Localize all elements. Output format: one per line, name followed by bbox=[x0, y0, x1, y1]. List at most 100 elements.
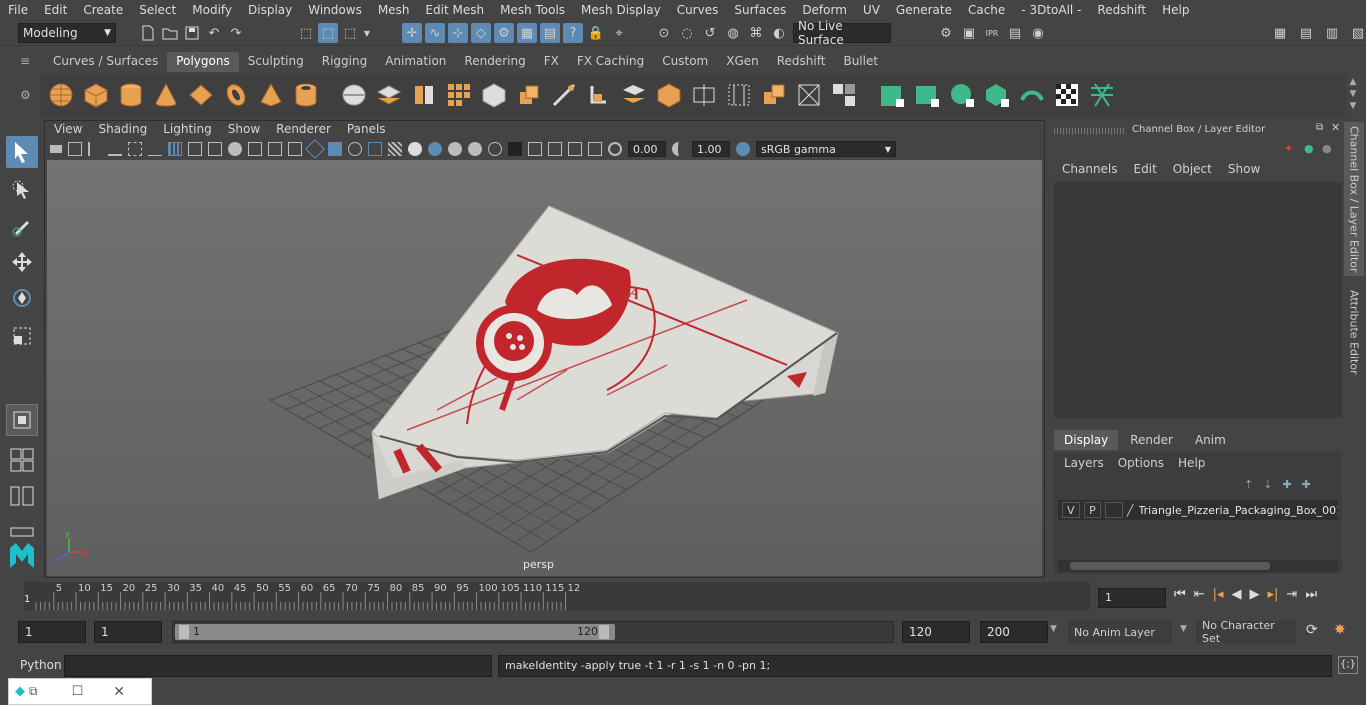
soft-select-icon[interactable]: ◐ bbox=[769, 23, 789, 43]
symmetry-icon[interactable]: ⌘ bbox=[746, 23, 766, 43]
vp-menu-panels[interactable]: Panels bbox=[339, 122, 394, 138]
uv-unfold-icon[interactable] bbox=[1017, 79, 1047, 111]
exposure-field[interactable]: 0.00 bbox=[628, 141, 666, 157]
bevel-icon[interactable] bbox=[584, 79, 614, 111]
menu-windows[interactable]: Windows bbox=[300, 3, 370, 17]
poly-pipe-icon[interactable] bbox=[291, 79, 321, 111]
quad-draw-icon[interactable] bbox=[829, 79, 859, 111]
layout-outliner-icon[interactable] bbox=[6, 480, 38, 512]
multisample-icon[interactable] bbox=[488, 142, 502, 156]
layer-scroll-thumb[interactable] bbox=[1070, 562, 1270, 570]
grease-pencil-icon[interactable] bbox=[148, 142, 162, 156]
cb-menu-object[interactable]: Object bbox=[1173, 162, 1212, 176]
new-scene-icon[interactable] bbox=[138, 23, 158, 43]
go-to-start-icon[interactable]: ⏮ bbox=[1174, 587, 1186, 602]
tab-bullet[interactable]: Bullet bbox=[834, 52, 887, 72]
extract-icon[interactable] bbox=[409, 79, 439, 111]
layout-single-icon[interactable] bbox=[6, 404, 38, 436]
snap-surface-icon[interactable]: ▦ bbox=[517, 23, 537, 43]
scale-tool-icon[interactable] bbox=[6, 320, 38, 352]
bookmark-icon[interactable] bbox=[88, 142, 102, 156]
insert-edge-icon[interactable] bbox=[724, 79, 754, 111]
menu-curves[interactable]: Curves bbox=[669, 3, 727, 17]
vp-menu-lighting[interactable]: Lighting bbox=[155, 122, 220, 138]
menu-edit[interactable]: Edit bbox=[36, 3, 75, 17]
isolate-select-icon[interactable] bbox=[528, 142, 542, 156]
rotate-tool-icon[interactable] bbox=[6, 282, 38, 314]
maximize-icon[interactable]: ☐ bbox=[72, 684, 84, 699]
poly-pyramid-icon[interactable] bbox=[256, 79, 286, 111]
anim-end-field[interactable]: 200 bbox=[980, 621, 1048, 643]
layer-type-toggle[interactable] bbox=[1105, 502, 1123, 518]
scale-snap-icon[interactable]: ◍ bbox=[723, 23, 743, 43]
character-set-dropdown[interactable]: No Character Set bbox=[1196, 619, 1296, 645]
snap-curve-icon[interactable]: ∿ bbox=[425, 23, 445, 43]
panel-grip[interactable] bbox=[1054, 128, 1124, 134]
time-slider[interactable]: 5 10 15 20 25 30 35 40 45 50 55 60 65 70 75 80 85 90 95 100… bbox=[24, 582, 1090, 610]
menu-select[interactable]: Select bbox=[131, 3, 184, 17]
menu-generate[interactable]: Generate bbox=[888, 3, 960, 17]
cb-menu-channels[interactable]: Channels bbox=[1062, 162, 1118, 176]
render-view-icon[interactable]: ▤ bbox=[1005, 23, 1025, 43]
history-icon[interactable]: ▤ bbox=[540, 23, 560, 43]
snap-view-plane-icon[interactable]: ◇ bbox=[471, 23, 491, 43]
tab-xgen[interactable]: XGen bbox=[717, 52, 768, 72]
tab-redshift[interactable]: Redshift bbox=[768, 52, 835, 72]
safe-action-icon[interactable] bbox=[268, 142, 282, 156]
le-menu-options[interactable]: Options bbox=[1118, 456, 1164, 470]
menu-mesh-display[interactable]: Mesh Display bbox=[573, 3, 669, 17]
tab-fx-caching[interactable]: FX Caching bbox=[568, 52, 653, 72]
move-layer-up-icon[interactable]: ⇡ bbox=[1244, 478, 1253, 491]
film-gate-icon[interactable] bbox=[188, 142, 202, 156]
resolution-gate-icon[interactable] bbox=[208, 142, 222, 156]
tab-polygons[interactable]: Polygons bbox=[167, 52, 239, 72]
snap-live-icon[interactable]: ⚙ bbox=[494, 23, 514, 43]
smooth-icon[interactable] bbox=[444, 79, 474, 111]
current-frame-field[interactable]: 1 bbox=[1098, 588, 1166, 608]
use-lights-icon[interactable] bbox=[408, 142, 422, 156]
tab-display[interactable]: Display bbox=[1054, 430, 1119, 450]
layer-playback-toggle[interactable]: P bbox=[1083, 502, 1102, 518]
snap-point-icon[interactable]: ⊹ bbox=[448, 23, 468, 43]
field-chart-icon[interactable] bbox=[248, 142, 262, 156]
layer-scrollbar[interactable] bbox=[1058, 560, 1338, 572]
menu-help[interactable]: Help bbox=[1154, 3, 1197, 17]
animation-prefs-icon[interactable]: ✸ bbox=[1334, 622, 1346, 638]
status-dot-icon[interactable]: ● bbox=[1304, 142, 1314, 155]
range-slider[interactable]: 1 120 bbox=[172, 621, 894, 643]
lasso-tool-icon[interactable] bbox=[6, 174, 38, 206]
poly-cube-icon[interactable] bbox=[81, 79, 111, 111]
fill-hole-icon[interactable] bbox=[689, 79, 719, 111]
new-layer-icon[interactable]: ✚ bbox=[1282, 478, 1291, 491]
panel-close-icon[interactable]: ✕ bbox=[1331, 121, 1340, 134]
anim-start-field[interactable]: 1 bbox=[94, 621, 162, 643]
minimized-window[interactable]: ◆ ⧉ ☐ ✕ bbox=[8, 678, 152, 705]
side-tab-attribute-editor[interactable]: Attribute Editor bbox=[1344, 282, 1364, 382]
cb-menu-show[interactable]: Show bbox=[1228, 162, 1260, 176]
panel-float-icon[interactable]: ⧉ bbox=[1316, 122, 1323, 133]
save-scene-icon[interactable] bbox=[182, 23, 202, 43]
hypershade-icon[interactable]: ◉ bbox=[1028, 23, 1048, 43]
vp-menu-renderer[interactable]: Renderer bbox=[268, 122, 339, 138]
combine-icon[interactable] bbox=[339, 79, 369, 111]
layout-four-icon[interactable] bbox=[6, 444, 38, 476]
axis-icon[interactable]: ✦ bbox=[1284, 142, 1293, 155]
channel-list[interactable] bbox=[1054, 182, 1342, 418]
vp-menu-show[interactable]: Show bbox=[220, 122, 268, 138]
layer-visibility-toggle[interactable]: V bbox=[1062, 502, 1080, 518]
gamma-field[interactable]: 1.00 bbox=[692, 141, 730, 157]
help-question-icon[interactable]: ? bbox=[563, 23, 583, 43]
screen-space-ao-icon[interactable] bbox=[448, 142, 462, 156]
image-plane-icon[interactable] bbox=[108, 142, 122, 156]
separate-icon[interactable] bbox=[374, 79, 404, 111]
menu-display[interactable]: Display bbox=[240, 3, 300, 17]
select-by-hierarchy-icon[interactable]: ⬚ bbox=[296, 23, 316, 43]
menu-3dtoall[interactable]: - 3DtoAll - bbox=[1013, 3, 1089, 17]
go-to-end-icon[interactable]: ⏭ bbox=[1305, 587, 1317, 602]
move-tool-icon[interactable] bbox=[6, 246, 38, 278]
uv-cylindrical-icon[interactable] bbox=[912, 79, 942, 111]
tool-settings-icon[interactable]: ▧ bbox=[1348, 23, 1366, 43]
tab-sculpting[interactable]: Sculpting bbox=[239, 52, 313, 72]
xray-icon[interactable] bbox=[388, 142, 402, 156]
menu-redshift[interactable]: Redshift bbox=[1089, 3, 1154, 17]
